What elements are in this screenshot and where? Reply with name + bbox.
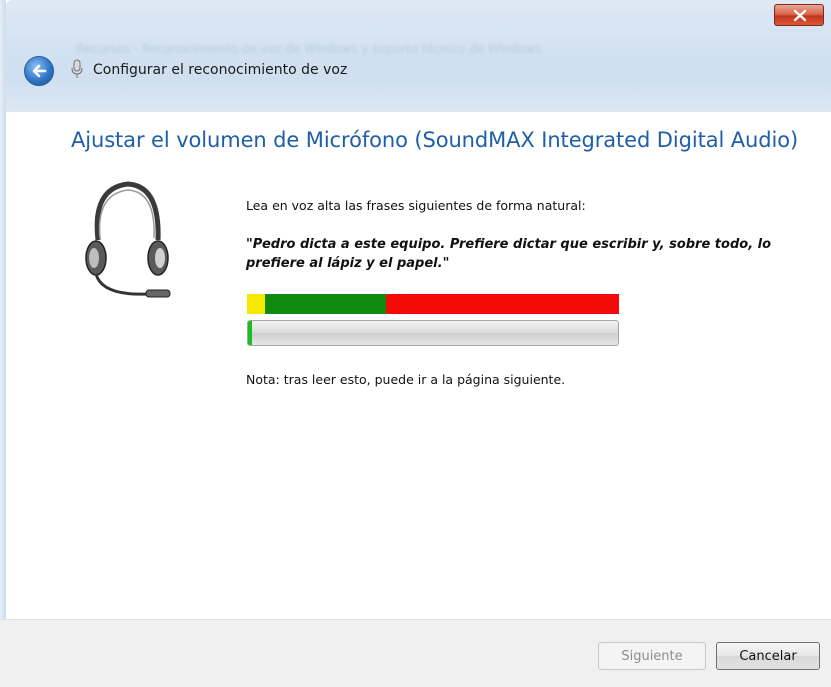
title-bar: Recursos - Reconocimiento de voz de Wind… <box>6 0 831 112</box>
volume-meter-fill <box>248 321 252 345</box>
volume-meter <box>247 320 619 346</box>
headset-icon <box>85 181 171 298</box>
background-window-title: Recursos - Reconocimiento de voz de Wind… <box>76 42 542 56</box>
window-title: Configurar el reconocimiento de voz <box>93 62 348 78</box>
note-text: Nota: tras leer esto, puede ir a la pági… <box>246 372 566 387</box>
back-arrow-icon <box>32 64 47 78</box>
microphone-icon <box>71 59 83 78</box>
level-high-zone <box>386 294 619 314</box>
level-low-zone <box>247 294 265 314</box>
button-bar <box>0 619 831 687</box>
dictation-phrase: "Pedro dicta a este equipo. Prefiere dic… <box>246 237 772 271</box>
speech-setup-window: Recursos - Reconocimiento de voz de Wind… <box>0 0 831 687</box>
close-icon <box>793 9 807 22</box>
instruction-text: Lea en voz alta las frases siguientes de… <box>246 198 586 213</box>
volume-level-scale <box>247 294 619 314</box>
page-heading: Ajustar el volumen de Micrófono (SoundMA… <box>71 128 799 152</box>
next-button[interactable]: Siguiente <box>598 642 706 670</box>
cancel-button[interactable]: Cancelar <box>716 642 820 670</box>
level-good-zone <box>265 294 386 314</box>
close-button[interactable] <box>774 4 824 26</box>
back-button[interactable] <box>24 56 54 86</box>
